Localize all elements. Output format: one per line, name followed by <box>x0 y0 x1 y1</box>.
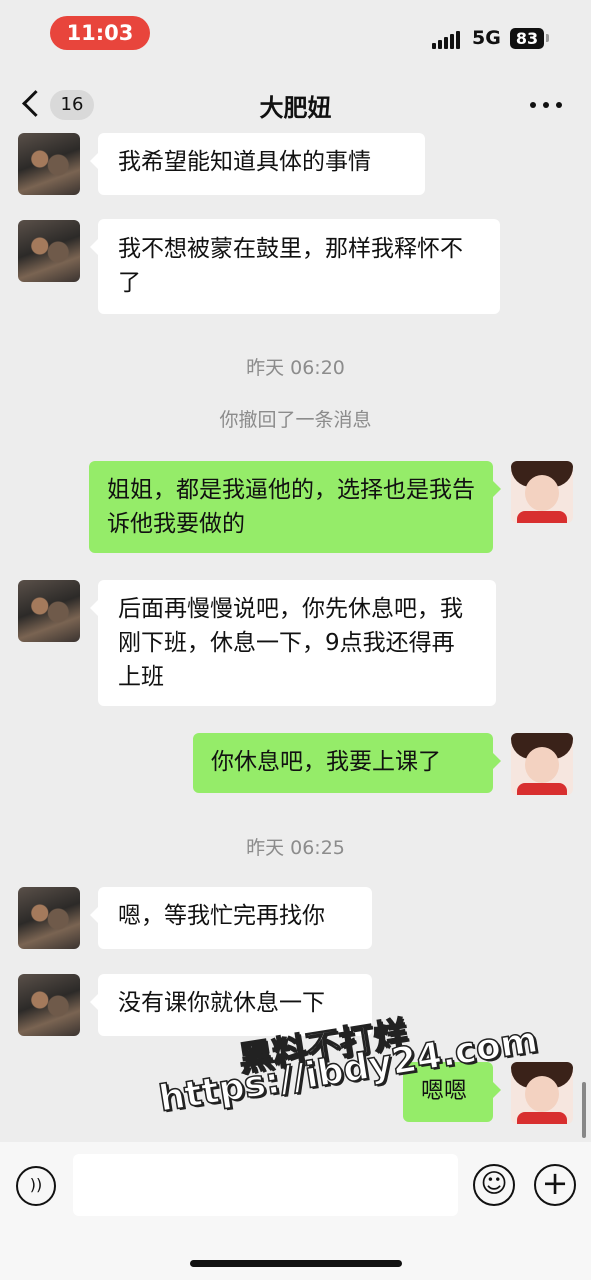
message-outgoing[interactable]: 你休息吧，我要上课了 <box>193 733 501 793</box>
contact-avatar[interactable] <box>18 133 80 195</box>
input-bar: )) ☺ + <box>0 1142 591 1280</box>
message-incoming[interactable]: 我不想被蒙在鼓里，那样我释怀不了 <box>90 219 500 314</box>
emoji-icon[interactable]: ☺ <box>473 1164 515 1206</box>
plus-icon[interactable]: + <box>534 1164 576 1206</box>
self-avatar[interactable] <box>511 1062 573 1124</box>
voice-input-icon[interactable]: )) <box>16 1166 56 1206</box>
message-incoming[interactable]: 嗯，等我忙完再找你 <box>90 887 372 949</box>
message-timestamp: 昨天 06:20 <box>246 357 345 379</box>
status-bar: 11:03 5G 83 <box>0 0 591 70</box>
message-outgoing[interactable]: 姐姐，都是我逼他的，选择也是我告诉他我要做的 <box>89 461 501 553</box>
self-avatar[interactable] <box>511 461 573 523</box>
more-options-button[interactable] <box>530 100 566 112</box>
message-incoming[interactable]: 我希望能知道具体的事情 <box>90 133 425 195</box>
contact-avatar[interactable] <box>18 580 80 642</box>
message-timestamp: 昨天 06:25 <box>246 837 345 859</box>
network-type: 5G <box>472 27 501 49</box>
message-incoming[interactable]: 后面再慢慢说吧，你先休息吧，我刚下班，休息一下，9点我还得再上班 <box>90 580 496 706</box>
contact-avatar[interactable] <box>18 220 80 282</box>
recall-notice: 你撤回了一条消息 <box>219 409 372 431</box>
battery-icon: 83 <box>510 28 544 49</box>
message-input[interactable] <box>73 1154 458 1216</box>
chat-header: 16 大肥妞 <box>0 70 591 138</box>
self-avatar[interactable] <box>511 733 573 795</box>
chat-title: 大肥妞 <box>259 94 332 122</box>
battery-tip <box>546 34 549 42</box>
contact-avatar[interactable] <box>18 887 80 949</box>
home-indicator <box>190 1260 402 1267</box>
status-time: 11:03 <box>50 16 150 50</box>
scrollbar[interactable] <box>582 1082 586 1138</box>
contact-avatar[interactable] <box>18 974 80 1036</box>
